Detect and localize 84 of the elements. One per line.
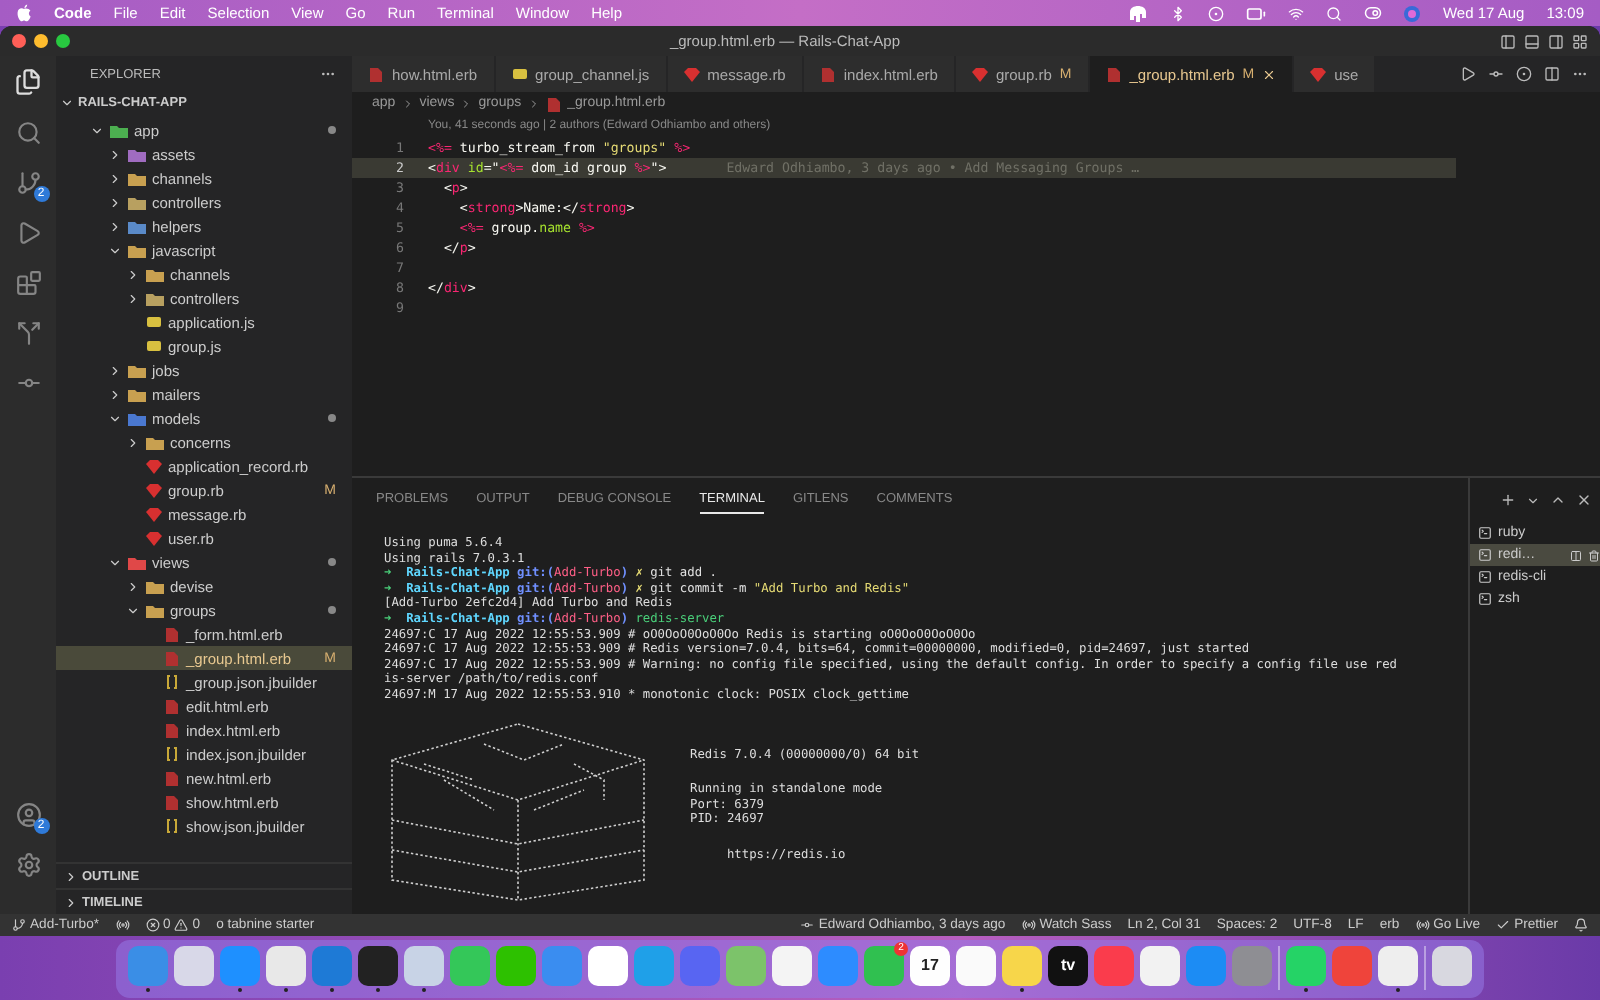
control-center-icon[interactable] <box>1364 4 1383 22</box>
terminal-icon <box>1478 548 1492 562</box>
run-debug-icon[interactable] <box>15 220 41 246</box>
chevron-right-icon <box>527 97 540 109</box>
check-icon <box>1496 918 1511 932</box>
new-terminal-icon[interactable] <box>1500 492 1516 508</box>
layout-icon[interactable] <box>1572 33 1588 49</box>
chevron-right-icon <box>460 97 473 109</box>
explorer-icon[interactable] <box>14 68 42 96</box>
app-icon[interactable] <box>588 945 628 985</box>
brackets-icon <box>164 746 180 762</box>
maximize-window-button[interactable] <box>56 34 70 48</box>
ruby-gem-icon <box>683 66 700 82</box>
search-icon[interactable] <box>15 120 41 146</box>
branch-icon <box>12 918 26 932</box>
minimize-window-button[interactable] <box>34 34 48 48</box>
close-icon[interactable] <box>1576 492 1592 508</box>
broadcast-icon <box>1021 918 1036 932</box>
chevron-right-icon <box>126 579 140 593</box>
app-icon[interactable]: tv <box>1048 945 1088 985</box>
chevron-down-icon <box>90 123 104 137</box>
source-control-icon[interactable] <box>15 170 41 196</box>
app-icon[interactable] <box>266 945 306 985</box>
app-icon[interactable] <box>1140 945 1180 985</box>
app-icon[interactable] <box>1286 945 1326 985</box>
ruby-gem-icon <box>971 66 988 82</box>
toggle-panel-icon[interactable] <box>1524 33 1540 49</box>
settings-icon[interactable] <box>15 852 41 878</box>
wifi-icon[interactable] <box>1288 5 1305 21</box>
terminal-icon <box>1478 592 1492 606</box>
extensions-icon[interactable] <box>15 270 41 296</box>
chevron-down-icon <box>60 96 74 110</box>
app-icon[interactable] <box>772 945 812 985</box>
broadcast-icon <box>1415 918 1430 932</box>
ruby-gem-icon <box>1310 66 1327 82</box>
bluetooth-icon[interactable] <box>1170 5 1187 21</box>
js-file-icon <box>511 66 528 82</box>
split-terminal-icon[interactable] <box>1570 549 1582 561</box>
close-window-button[interactable] <box>12 34 26 48</box>
app-icon[interactable] <box>1432 945 1472 985</box>
file-icon <box>819 66 836 82</box>
run-icon[interactable] <box>1460 66 1476 82</box>
file-icon <box>1105 66 1122 82</box>
chevron-down-icon <box>108 411 122 425</box>
terminal-icon <box>1478 526 1492 540</box>
chevron-down-icon[interactable] <box>1526 493 1540 507</box>
app-icon[interactable] <box>404 945 444 985</box>
battery-icon[interactable] <box>1246 3 1267 23</box>
app-icon[interactable]: 17 <box>910 945 950 985</box>
notifications-icon[interactable] <box>1574 918 1588 932</box>
app-icon[interactable] <box>358 945 398 985</box>
apple-logo-icon[interactable] <box>16 4 32 22</box>
trash-icon[interactable] <box>1588 549 1600 561</box>
app-icon[interactable] <box>1002 945 1042 985</box>
sync-icon[interactable] <box>115 918 130 932</box>
change-dot <box>328 126 336 134</box>
split-editor-icon[interactable] <box>1544 66 1560 82</box>
chevron-down-icon <box>108 243 122 257</box>
file-icon <box>368 66 384 82</box>
chevron-down-icon <box>108 555 122 569</box>
chevron-down-icon <box>126 603 140 617</box>
error-icon <box>145 918 160 932</box>
accounts-icon[interactable] <box>15 802 41 828</box>
change-dot <box>328 558 336 566</box>
brackets-icon <box>164 818 180 834</box>
remote-icon[interactable] <box>15 320 41 346</box>
search-icon[interactable] <box>1326 5 1343 21</box>
chevron-right-icon <box>126 435 140 449</box>
brackets-icon <box>164 674 180 690</box>
git-commit-icon <box>800 918 815 932</box>
app-icon[interactable] <box>956 945 996 985</box>
app-icon[interactable] <box>174 945 214 985</box>
record-icon[interactable] <box>1208 5 1225 21</box>
warning-icon <box>174 918 189 932</box>
elephant-icon[interactable] <box>1128 5 1149 21</box>
chevron-right-icon <box>401 97 414 109</box>
close-icon[interactable] <box>1262 67 1277 81</box>
change-dot <box>328 414 336 422</box>
maximize-panel-icon[interactable] <box>1550 492 1566 508</box>
app-icon[interactable] <box>1378 945 1418 985</box>
change-dot <box>328 606 336 614</box>
toggle-secondary-sidebar-icon[interactable] <box>1548 33 1564 49</box>
terminal-icon <box>1478 570 1492 584</box>
toggle-sidebar-icon[interactable] <box>1500 33 1516 49</box>
